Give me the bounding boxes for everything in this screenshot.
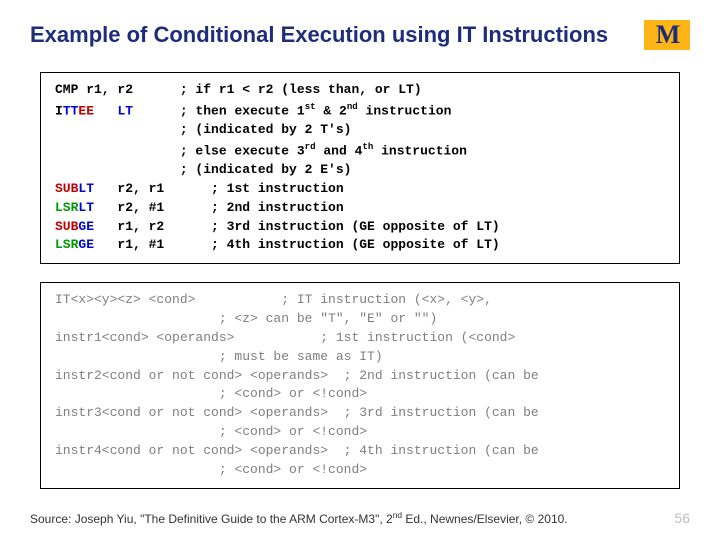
code-line: ; <cond> or <!cond> xyxy=(55,462,367,477)
code-it-i: I xyxy=(55,103,63,118)
code-line: instr2<cond or not cond> <operands> ; 2n… xyxy=(55,368,539,383)
code-sup: th xyxy=(362,141,373,152)
code-line: ; must be same as IT) xyxy=(55,349,383,364)
code-sup: rd xyxy=(305,141,316,152)
code-lt: LT xyxy=(117,103,133,118)
code-line: ; (indicated by 2 E's) xyxy=(55,162,351,177)
code-line: ; <z> can be "T", "E" or "") xyxy=(55,311,437,326)
logo-m-glyph: M xyxy=(656,20,679,50)
code-lsr: LSR xyxy=(55,237,78,252)
code-txt: ; then execute 1 xyxy=(133,103,305,118)
code-lt: LT xyxy=(78,200,94,215)
code-txt: ; else execute 3 xyxy=(55,143,305,158)
code-txt: r2, r1 ; 1st instruction xyxy=(94,181,344,196)
code-sup: nd xyxy=(347,101,358,112)
code-line: IT<x><y><z> <cond> ; IT instruction (<x>… xyxy=(55,292,492,307)
code-txt: & 2 xyxy=(316,103,347,118)
source-citation: Source: Joseph Yiu, "The Definitive Guid… xyxy=(30,510,568,526)
code-example-box: CMP r1, r2 ; if r1 < r2 (less than, or L… xyxy=(40,72,680,264)
code-line: instr1<cond> <operands> ; 1st instructio… xyxy=(55,330,515,345)
code-sub: SUB xyxy=(55,181,78,196)
code-syntax-box: IT<x><y><z> <cond> ; IT instruction (<x>… xyxy=(40,282,680,488)
page-number: 56 xyxy=(674,510,690,526)
code-line: instr4<cond or not cond> <operands> ; 4t… xyxy=(55,443,539,458)
code-ge: GE xyxy=(78,219,94,234)
code-txt: r2, #1 ; 2nd instruction xyxy=(94,200,344,215)
code-sub: SUB xyxy=(55,219,78,234)
code-it-ee: EE xyxy=(78,103,94,118)
code-line: instr3<cond or not cond> <operands> ; 3r… xyxy=(55,405,539,420)
code-txt: instruction xyxy=(358,103,452,118)
um-logo: M xyxy=(644,20,690,50)
code-txt: instruction xyxy=(373,143,467,158)
code-line: ; <cond> or <!cond> xyxy=(55,424,367,439)
slide-title: Example of Conditional Execution using I… xyxy=(30,22,608,48)
code-lt: LT xyxy=(78,181,94,196)
code-line: ; <cond> or <!cond> xyxy=(55,386,367,401)
code-txt: r1, #1 ; 4th instruction (GE opposite of… xyxy=(94,237,500,252)
code-txt: r1, r2 ; 3rd instruction (GE opposite of… xyxy=(94,219,500,234)
code-ge: GE xyxy=(78,237,94,252)
code-line: CMP r1, r2 ; if r1 < r2 (less than, or L… xyxy=(55,82,422,97)
code-sup: st xyxy=(305,101,316,112)
code-txt xyxy=(94,103,117,118)
code-line: ; (indicated by 2 T's) xyxy=(55,122,351,137)
code-txt: and 4 xyxy=(316,143,363,158)
code-lsr: LSR xyxy=(55,200,78,215)
code-it-tt: TT xyxy=(63,103,79,118)
